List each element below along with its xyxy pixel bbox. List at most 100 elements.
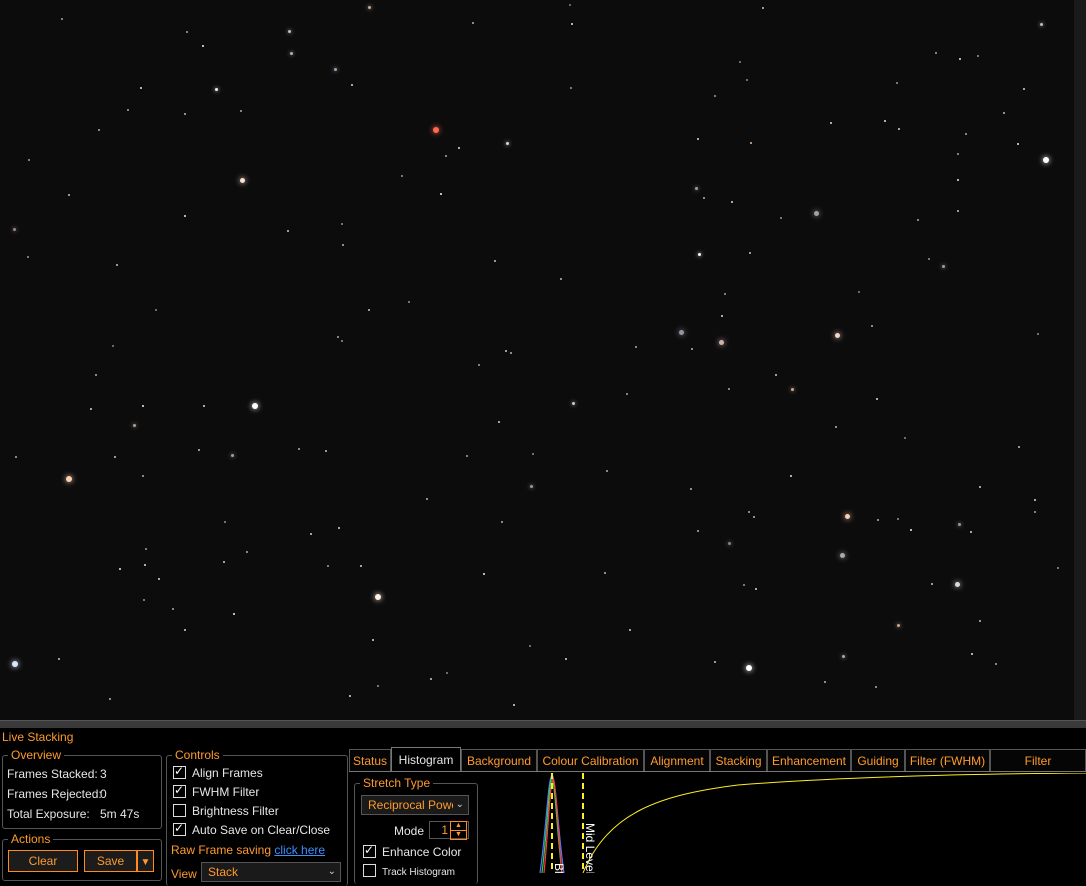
star <box>512 704 515 707</box>
star <box>570 86 573 89</box>
star <box>723 292 726 295</box>
image-vertical-scrollbar[interactable] <box>1074 0 1086 720</box>
star <box>569 3 572 6</box>
enhance-color-checkbox[interactable]: Enhance Color <box>363 843 461 859</box>
star <box>931 583 934 586</box>
star <box>775 374 778 377</box>
star <box>430 678 433 681</box>
enhance-color-check[interactable] <box>363 843 376 858</box>
star <box>916 218 919 221</box>
align-frames-checkbox[interactable]: Align Frames <box>173 764 263 780</box>
mode-value[interactable]: 1 <box>441 823 448 837</box>
star <box>97 129 100 132</box>
star <box>857 291 860 294</box>
stretch-type-select[interactable]: Reciprocal Powe ⌄ <box>361 795 469 815</box>
live-stacking-panel: Live Stacking Overview Frames Stacked: 3… <box>0 728 1086 886</box>
star <box>367 5 371 9</box>
star <box>287 230 290 233</box>
total-exposure-value: 5m 47s <box>100 807 140 821</box>
bright-star <box>746 665 752 671</box>
star <box>506 142 510 146</box>
star <box>154 309 157 312</box>
actions-group: Actions Clear Save ▼ <box>2 832 162 881</box>
controls-title: Controls <box>172 748 223 762</box>
fwhm-filter-checkbox[interactable]: FWHM Filter <box>173 783 259 799</box>
view-label: View <box>171 867 197 881</box>
star <box>629 629 632 632</box>
tab-filter-brightness[interactable]: Filter (Brightness) <box>990 749 1086 790</box>
brightness-filter-check[interactable] <box>173 804 186 817</box>
star <box>501 520 504 523</box>
star <box>978 485 981 488</box>
star <box>749 141 752 144</box>
star <box>239 177 245 183</box>
mode-stepper[interactable]: 1 ▲ ▼ <box>429 821 469 840</box>
star <box>565 658 568 661</box>
bright-star <box>252 403 258 409</box>
star <box>116 263 119 266</box>
star <box>530 484 534 488</box>
star <box>904 436 907 439</box>
track-histogram-checkbox[interactable]: Track Histogram <box>363 864 455 880</box>
tab-background[interactable]: Background <box>461 749 537 771</box>
save-menu-button[interactable]: ▼ <box>137 850 154 872</box>
tab-status[interactable]: Status <box>349 749 391 771</box>
star <box>27 159 30 162</box>
clear-button[interactable]: Clear <box>8 850 78 872</box>
histogram-graph[interactable]: Mid Level Bl <box>478 773 1086 873</box>
star <box>183 214 186 217</box>
auto-save-checkbox[interactable]: Auto Save on Clear/Close <box>173 821 331 837</box>
track-histogram-check[interactable] <box>363 864 376 877</box>
auto-save-check[interactable] <box>173 821 186 836</box>
stepper-down-icon[interactable]: ▼ <box>450 830 467 840</box>
raw-frame-link[interactable]: click here <box>274 843 325 857</box>
star <box>94 373 97 376</box>
star <box>747 510 750 513</box>
tab-enhancement[interactable]: Enhancement <box>767 749 851 771</box>
save-button[interactable]: Save <box>84 850 137 872</box>
star <box>728 542 732 546</box>
star <box>297 448 300 451</box>
star <box>897 127 900 130</box>
star <box>954 581 960 587</box>
tab-stacking[interactable]: Stacking <box>710 749 767 771</box>
star <box>755 588 758 591</box>
star <box>910 528 913 531</box>
star <box>401 174 404 177</box>
star <box>15 455 18 458</box>
tab-histogram[interactable]: Histogram <box>391 747 461 771</box>
star <box>884 119 887 122</box>
star <box>425 498 428 501</box>
star <box>957 209 960 212</box>
star <box>875 685 878 688</box>
star <box>942 264 946 268</box>
tab-filter-fwhm[interactable]: Filter (FWHM) <box>905 749 990 771</box>
brightness-filter-label: Brightness Filter <box>192 804 279 818</box>
chevron-down-icon: ⌄ <box>327 866 336 877</box>
star <box>158 578 161 581</box>
brightness-filter-checkbox[interactable]: Brightness Filter <box>173 804 279 818</box>
star <box>1022 87 1025 90</box>
fwhm-filter-check[interactable] <box>173 783 186 798</box>
align-frames-check[interactable] <box>173 764 186 779</box>
star <box>697 530 700 533</box>
star <box>1033 498 1036 501</box>
star <box>139 86 142 89</box>
star <box>814 210 819 216</box>
star <box>957 179 960 182</box>
view-select[interactable]: Stack ⌄ <box>201 862 341 882</box>
star <box>336 335 339 338</box>
tab-colour-calibration[interactable]: Colour Calibration <box>537 749 644 771</box>
star <box>171 607 174 610</box>
star <box>606 470 609 473</box>
star <box>738 61 741 64</box>
stacked-image-view[interactable] <box>0 0 1074 720</box>
panel-splitter[interactable] <box>0 720 1086 728</box>
tab-guiding[interactable]: Guiding <box>851 749 905 771</box>
star <box>215 87 219 91</box>
auto-save-label: Auto Save on Clear/Close <box>192 823 331 837</box>
star <box>842 655 846 659</box>
tab-alignment[interactable]: Alignment <box>644 749 710 771</box>
star <box>60 18 63 21</box>
star <box>713 95 716 98</box>
